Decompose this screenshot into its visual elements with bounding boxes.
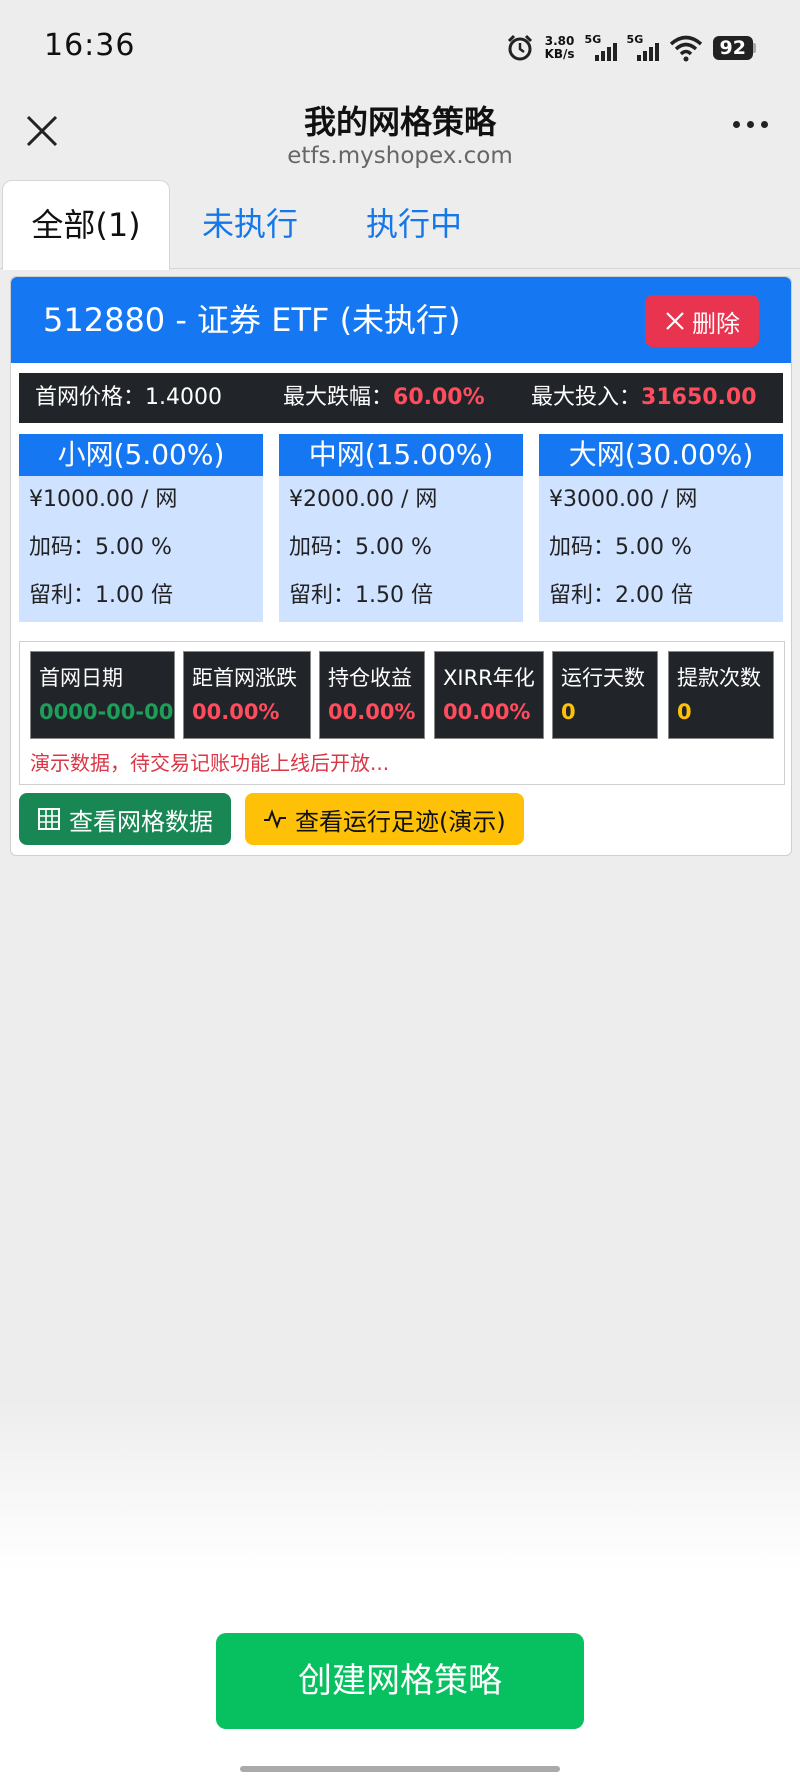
grid-large: 大网(30.00%) ¥3000.00 / 网 加码：5.00 % 留利：2.0… (539, 434, 783, 622)
stat-holding-return: 持仓收益 00.00% (319, 651, 425, 739)
activity-icon (264, 809, 286, 829)
close-icon (666, 312, 684, 330)
status-icons: 3.80 KB/s 5G 5G 92 (505, 30, 756, 66)
nav-bar: 我的网格策略 etfs.myshopex.com (0, 95, 800, 180)
grid-medium-title: 中网(15.00%) (279, 434, 523, 476)
stat-value: 00.00% (443, 700, 531, 724)
tab-bar: 全部(1) 未执行 执行中 (0, 180, 800, 270)
table-icon (38, 808, 60, 830)
stat-value: 0 (677, 700, 692, 724)
tab-all[interactable]: 全部(1) (2, 180, 170, 270)
stat-value: 00.00% (192, 700, 280, 724)
more-icon[interactable] (733, 121, 768, 128)
grid-small-amount: ¥1000.00 / 网 (29, 487, 178, 512)
tab-running[interactable]: 执行中 (344, 180, 484, 268)
battery-icon: 92 (712, 36, 756, 60)
view-grid-data-label: 查看网格数据 (69, 807, 213, 836)
grid-medium: 中网(15.00%) ¥2000.00 / 网 加码：5.00 % 留利：1.5… (279, 434, 523, 622)
stat-value: 0000-00-00 (39, 700, 174, 724)
grid-medium-amount: ¥2000.00 / 网 (289, 487, 438, 512)
max-invest-label: 最大投入： (531, 385, 642, 410)
stat-label: 提款次数 (677, 666, 761, 690)
tab-pending[interactable]: 未执行 (180, 180, 320, 268)
delete-button[interactable]: 删除 (645, 295, 759, 347)
first-price-label: 首网价格： (35, 385, 146, 410)
grid-large-add: 加码：5.00 % (549, 535, 692, 560)
status-bar: 16:36 3.80 KB/s 5G 5G 92 (0, 0, 800, 95)
max-drop: 最大跌幅：60.00% (283, 373, 485, 423)
home-indicator (240, 1766, 560, 1772)
grid-small-keep: 留利：1.00 倍 (29, 583, 173, 608)
stat-run-days: 运行天数 0 (552, 651, 658, 739)
first-price-value: 1.4000 (145, 385, 222, 410)
grid-medium-add: 加码：5.00 % (289, 535, 432, 560)
view-grid-data-button[interactable]: 查看网格数据 (19, 793, 231, 845)
page-title: 我的网格策略 (303, 103, 496, 141)
stat-label: XIRR年化 (443, 666, 535, 690)
grid-large-title: 大网(30.00%) (539, 434, 783, 476)
max-invest-value: 31650.00 (641, 385, 757, 410)
view-trace-label: 查看运行足迹(演示) (295, 807, 506, 836)
net-speed: 3.80 KB/s (545, 35, 575, 61)
wifi-icon (669, 35, 702, 62)
strategy-title: 512880 - 证券 ETF (未执行) (43, 301, 461, 339)
grid-large-amount: ¥3000.00 / 网 (549, 487, 698, 512)
grid-small: 小网(5.00%) ¥1000.00 / 网 加码：5.00 % 留利：1.00… (19, 434, 263, 622)
demo-note: 演示数据，待交易记账功能上线后开放... (30, 751, 390, 775)
view-trace-button[interactable]: 查看运行足迹(演示) (245, 793, 524, 845)
signal-icon: 5G (627, 33, 659, 63)
strategy-summary-bar: 首网价格：1.4000 最大跌幅：60.00% 最大投入：31650.00 (19, 373, 783, 423)
max-drop-label: 最大跌幅： (283, 385, 394, 410)
stat-xirr: XIRR年化 00.00% (434, 651, 544, 739)
stat-label: 距首网涨跌 (192, 666, 297, 690)
strategy-card-header: 512880 - 证券 ETF (未执行) 删除 (11, 277, 791, 363)
stat-first-date: 首网日期 0000-00-00 (30, 651, 175, 739)
max-drop-value: 60.00% (393, 385, 485, 410)
grid-small-add: 加码：5.00 % (29, 535, 172, 560)
stat-label: 持仓收益 (328, 666, 412, 690)
strategy-card: 512880 - 证券 ETF (未执行) 删除 首网价格：1.4000 最大跌… (10, 276, 792, 856)
status-time: 16:36 (44, 28, 136, 63)
grid-large-keep: 留利：2.00 倍 (549, 583, 693, 608)
stats-panel: 首网日期 0000-00-00 距首网涨跌 00.00% 持仓收益 00.00%… (19, 641, 785, 785)
grid-medium-keep: 留利：1.50 倍 (289, 583, 433, 608)
max-invest: 最大投入：31650.00 (531, 373, 757, 423)
first-price: 首网价格：1.4000 (35, 373, 222, 423)
stat-label: 首网日期 (39, 666, 123, 690)
net-speed-unit: KB/s (544, 47, 575, 61)
delete-label: 删除 (692, 309, 740, 338)
stat-change-since-first: 距首网涨跌 00.00% (183, 651, 311, 739)
battery-level: 92 (712, 36, 753, 60)
stat-value: 00.00% (328, 700, 416, 724)
stat-value: 0 (561, 700, 576, 724)
alarm-icon (507, 34, 532, 61)
stat-withdrawals: 提款次数 0 (668, 651, 774, 739)
page-domain: etfs.myshopex.com (287, 143, 513, 169)
signal-icon: 5G (585, 33, 617, 63)
stat-label: 运行天数 (561, 666, 645, 690)
grid-small-title: 小网(5.00%) (19, 434, 263, 476)
create-strategy-button[interactable]: 创建网格策略 (216, 1633, 584, 1729)
